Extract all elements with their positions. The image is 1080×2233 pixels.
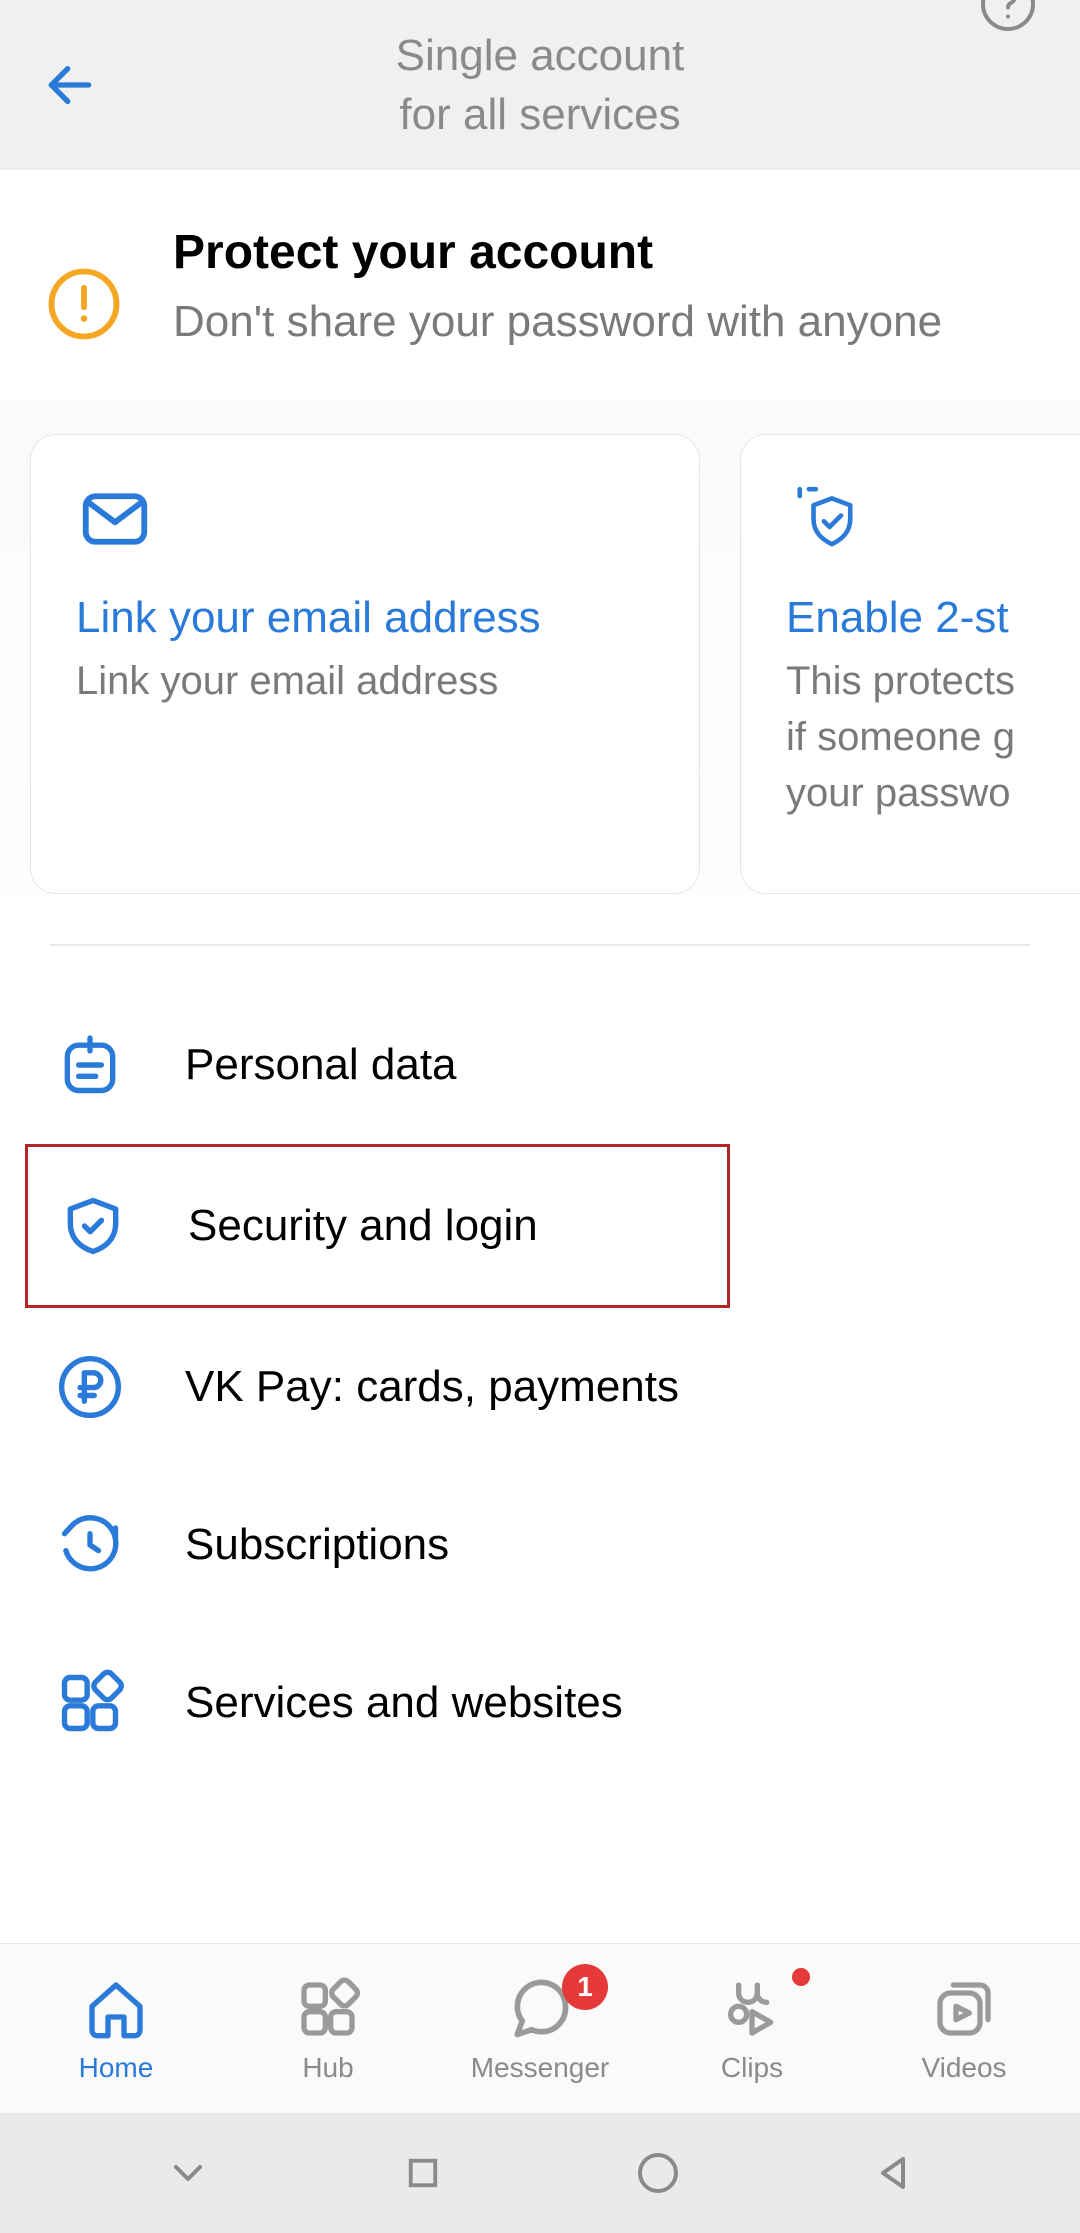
clips-icon <box>720 1974 784 2044</box>
mail-icon <box>76 480 654 563</box>
system-overview-button[interactable] <box>393 2143 453 2203</box>
nav-hub[interactable]: Hub <box>222 1974 434 2084</box>
card-enable-2fa[interactable]: Enable 2-st This protects if someone g y… <box>740 434 1080 894</box>
page-title-line1: Single account <box>396 31 685 80</box>
settings-menu: Personal data Security and login VK Pay:… <box>0 946 1080 1782</box>
notification-badge: 1 <box>562 1964 608 2010</box>
shield-check-stack-icon <box>786 480 1080 563</box>
menu-item-label: Personal data <box>185 1040 457 1090</box>
menu-item-label: Security and login <box>188 1201 538 1251</box>
main-content: Protect your account Don't share your pa… <box>0 170 1080 1943</box>
card-title: Enable 2-st <box>786 593 1080 643</box>
page-title: Single account for all services <box>0 26 1080 145</box>
system-navigation-bar <box>0 2113 1080 2233</box>
system-home-button[interactable] <box>628 2143 688 2203</box>
home-icon <box>84 1974 148 2044</box>
help-icon <box>978 0 1038 34</box>
help-button[interactable] <box>976 0 1040 36</box>
shield-check-icon <box>58 1191 128 1261</box>
nav-clips[interactable]: Clips <box>646 1974 858 2084</box>
arrow-left-icon <box>42 57 98 113</box>
nav-label: Clips <box>721 2052 783 2084</box>
chevron-down-icon <box>164 2149 212 2197</box>
alert-text: Protect your account Don't share your pa… <box>173 225 942 354</box>
nav-label: Home <box>79 2052 154 2084</box>
app-header: Single account for all services <box>0 0 1080 170</box>
circle-icon <box>634 2149 682 2197</box>
page-title-line2: for all services <box>399 90 680 139</box>
exclamation-icon <box>45 265 123 348</box>
menu-item-security-login[interactable]: Security and login <box>25 1144 730 1308</box>
notification-dot <box>792 1968 810 1986</box>
personal-data-icon <box>55 1030 125 1100</box>
alert-title: Protect your account <box>173 225 942 280</box>
alert-description: Don't share your password with anyone <box>173 290 942 354</box>
card-title: Link your email address <box>76 593 654 643</box>
nav-label: Videos <box>921 2052 1006 2084</box>
triangle-left-icon <box>869 2149 917 2197</box>
nav-messenger[interactable]: 1 Messenger <box>434 1974 646 2084</box>
square-icon <box>402 2152 444 2194</box>
card-description: Link your email address <box>76 653 654 709</box>
menu-item-label: Services and websites <box>185 1678 623 1728</box>
nav-videos[interactable]: Videos <box>858 1974 1070 2084</box>
menu-item-label: Subscriptions <box>185 1520 449 1570</box>
system-back-button[interactable] <box>863 2143 923 2203</box>
videos-icon <box>932 1974 996 2044</box>
nav-label: Messenger <box>471 2052 610 2084</box>
system-menu-button[interactable] <box>158 2143 218 2203</box>
card-link-email[interactable]: Link your email address Link your email … <box>30 434 700 894</box>
back-button[interactable] <box>40 55 100 115</box>
clock-refresh-icon <box>55 1510 125 1580</box>
nav-home[interactable]: Home <box>10 1974 222 2084</box>
bottom-navigation: Home Hub 1 Messenger <box>0 1943 1080 2113</box>
menu-item-subscriptions[interactable]: Subscriptions <box>0 1466 1080 1624</box>
card-description: This protects if someone g your passwo <box>786 653 1080 821</box>
menu-item-label: VK Pay: cards, payments <box>185 1362 679 1412</box>
hub-icon <box>296 1974 360 2044</box>
menu-item-vk-pay[interactable]: VK Pay: cards, payments <box>0 1308 1080 1466</box>
menu-item-personal-data[interactable]: Personal data <box>0 986 1080 1144</box>
apps-icon <box>55 1668 125 1738</box>
nav-label: Hub <box>302 2052 353 2084</box>
suggestion-cards: Link your email address Link your email … <box>0 399 1080 944</box>
menu-item-services-websites[interactable]: Services and websites <box>0 1624 1080 1782</box>
ruble-circle-icon <box>55 1352 125 1422</box>
security-alert: Protect your account Don't share your pa… <box>0 170 1080 399</box>
